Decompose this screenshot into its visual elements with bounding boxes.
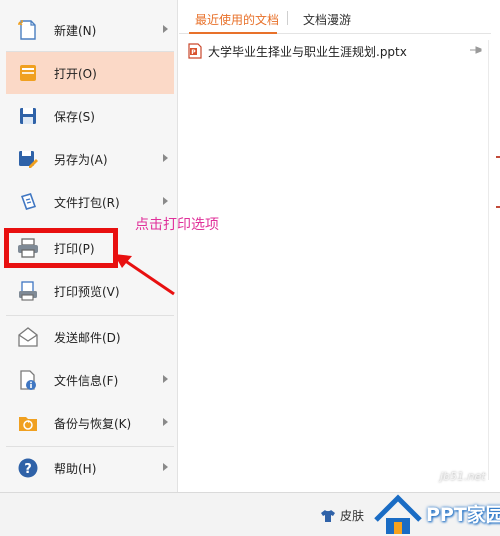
recent-documents-panel: 最近使用的文档 文档漫游 P 大学毕业生择业与职业生涯规划.pptx: [179, 0, 500, 492]
email-icon: [16, 325, 40, 349]
svg-text:?: ?: [24, 462, 32, 477]
active-tab-indicator: [189, 32, 277, 34]
annotation-text: 点击打印选项: [135, 217, 219, 233]
submenu-arrow-icon: [163, 154, 168, 162]
tab-divider: [287, 11, 288, 25]
help-icon: ?: [16, 456, 40, 480]
menu-item-save-as[interactable]: 另存为(A): [6, 138, 174, 180]
menu-item-file-info[interactable]: 文件信息(F): [6, 359, 174, 401]
menu-item-backup-restore[interactable]: 备份与恢复(K): [6, 402, 174, 444]
menu-item-label: 帮助(H): [54, 461, 97, 476]
recent-file-item[interactable]: P 大学毕业生择业与职业生涯规划.pptx: [187, 40, 491, 62]
package-icon: [16, 190, 40, 214]
submenu-arrow-icon: [163, 463, 168, 471]
submenu-arrow-icon: [163, 25, 168, 33]
recent-file-name: 大学毕业生择业与职业生涯规划.pptx: [208, 44, 407, 59]
menu-item-save[interactable]: 保存(S): [6, 95, 174, 137]
save-icon: [16, 104, 40, 128]
menu-item-label: 保存(S): [54, 109, 95, 124]
menu-item-label: 文件打包(R): [54, 195, 120, 210]
file-menu-backstage: 新建(N) 打开(O) 保存(S) 另存为(A) 文件打包(R) 打印(P) 打…: [0, 0, 500, 536]
skin-label: 皮肤: [340, 509, 365, 523]
document-tabs: 最近使用的文档 文档漫游: [179, 0, 491, 34]
background-edge-mark: [496, 206, 500, 208]
tab-document-roaming[interactable]: 文档漫游: [303, 11, 351, 28]
annotation-arrow: [114, 254, 175, 296]
right-edge-divider: [488, 40, 489, 480]
save-as-icon: [16, 147, 40, 171]
pptx-file-icon: P: [188, 43, 202, 59]
skin-button[interactable]: 皮肤: [320, 507, 364, 524]
file-info-icon: [16, 368, 40, 392]
submenu-arrow-icon: [163, 197, 168, 205]
menu-item-label: 另存为(A): [54, 152, 108, 167]
backup-icon: [16, 411, 40, 435]
menu-item-open[interactable]: 打开(O): [6, 52, 174, 94]
menu-item-label: 新建(N): [54, 23, 97, 38]
open-folder-icon: [16, 61, 40, 85]
watermark-text: PPT家园: [426, 504, 500, 526]
pin-icon[interactable]: [469, 44, 483, 56]
menu-item-label: 发送邮件(D): [54, 330, 121, 345]
print-preview-icon: [16, 279, 40, 303]
menu-item-send-email[interactable]: 发送邮件(D): [6, 316, 174, 358]
tshirt-icon: [321, 509, 335, 522]
menu-item-label: 打开(O): [54, 66, 97, 81]
menu-item-new[interactable]: 新建(N): [6, 9, 174, 51]
submenu-arrow-icon: [163, 418, 168, 426]
svg-text:P: P: [191, 49, 196, 56]
menu-item-help[interactable]: ? 帮助(H): [6, 447, 174, 489]
new-file-icon: [16, 18, 40, 42]
menu-item-label: 备份与恢复(K): [54, 416, 132, 431]
menu-item-label: 文件信息(F): [54, 373, 119, 388]
background-edge-mark: [496, 156, 500, 158]
submenu-arrow-icon: [163, 375, 168, 383]
print-highlight-box: [4, 228, 118, 268]
watermark-url: jb51.net: [440, 470, 486, 483]
tab-recent-documents[interactable]: 最近使用的文档: [195, 11, 279, 28]
